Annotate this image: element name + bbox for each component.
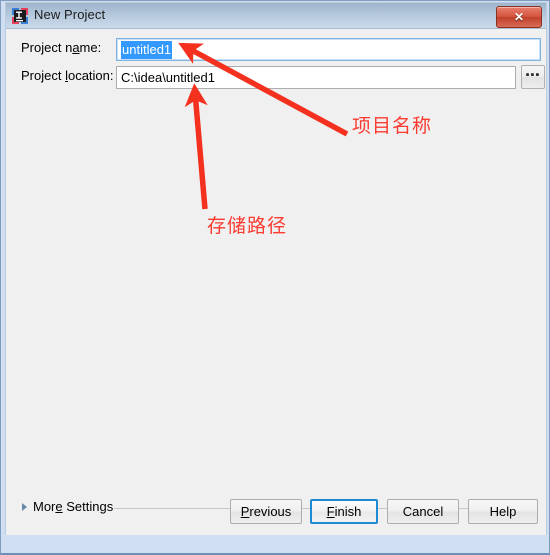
finish-button-mnemonic: F — [326, 504, 335, 519]
close-icon: ✕ — [513, 10, 525, 24]
dialog-button-bar: Previous Finish Cancel Help — [6, 499, 546, 525]
dialog-content: Project name: untitled1 Project location… — [6, 29, 546, 535]
previous-button[interactable]: Previous — [230, 499, 302, 524]
title-bar[interactable]: New Project ✕ — [6, 3, 546, 29]
project-location-row: Project location: C:\idea\untitled1 ▪▪▪ — [6, 64, 546, 89]
project-location-label-part2: ocation: — [67, 68, 114, 83]
dialog-inner-frame: New Project ✕ Project name: untitled1 Pr… — [5, 2, 547, 535]
project-name-row: Project name: untitled1 — [6, 36, 546, 61]
previous-button-mnemonic: P — [240, 504, 250, 519]
project-name-label-part2: me: — [79, 40, 102, 55]
window-title: New Project — [34, 7, 106, 22]
finish-button-label-part2: inish — [334, 504, 362, 519]
browse-folder-button[interactable]: ▪▪▪ — [521, 65, 545, 89]
project-name-label-mnemonic: a — [72, 40, 80, 55]
previous-button-label-part2: revious — [249, 504, 292, 519]
annotation-storage-path: 存储路径 — [207, 215, 288, 237]
project-name-label: Project name: — [21, 40, 101, 55]
annotation-project-name: 项目名称 — [352, 115, 433, 137]
intellij-idea-icon — [12, 8, 28, 24]
help-button-label: Help — [489, 504, 517, 519]
cancel-button[interactable]: Cancel — [387, 499, 459, 524]
project-location-label: Project location: — [21, 68, 114, 83]
finish-button[interactable]: Finish — [310, 499, 378, 524]
dialog-window: New Project ✕ Project name: untitled1 Pr… — [0, 0, 550, 555]
ellipsis-icon: ▪▪▪ — [525, 68, 541, 81]
close-button[interactable]: ✕ — [496, 6, 542, 28]
project-name-input[interactable]: untitled1 — [116, 38, 541, 61]
project-name-value: untitled1 — [121, 41, 173, 59]
help-button[interactable]: Help — [468, 499, 538, 524]
project-location-label-part1: Project — [21, 68, 66, 83]
project-location-input[interactable]: C:\idea\untitled1 — [116, 66, 516, 89]
cancel-button-label: Cancel — [402, 504, 444, 519]
project-name-label-part1: Project n — [21, 40, 73, 55]
